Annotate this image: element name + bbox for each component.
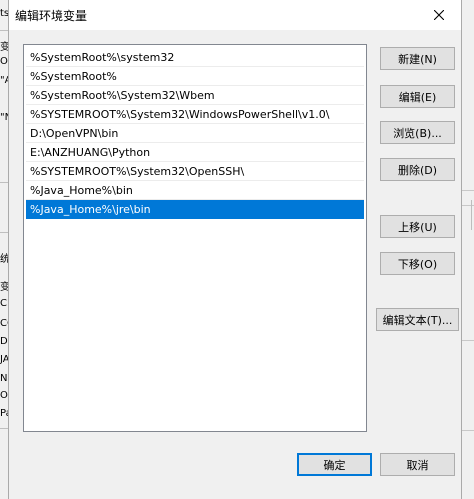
edit-environment-variable-dialog: 编辑环境变量 %SystemRoot%\system32 %SystemRoot… <box>8 0 462 499</box>
bg-divider <box>462 430 474 431</box>
close-button[interactable] <box>417 0 461 30</box>
cancel-button[interactable]: 取消 <box>380 453 455 476</box>
path-list-item[interactable]: D:\OpenVPN\bin <box>26 124 364 143</box>
path-list[interactable]: %SystemRoot%\system32 %SystemRoot% %Syst… <box>23 44 367 432</box>
browse-button[interactable]: 浏览(B)... <box>380 121 455 144</box>
title-bar[interactable]: 编辑环境变量 <box>9 0 461 30</box>
ok-button[interactable]: 确定 <box>297 453 372 476</box>
new-button[interactable]: 新建(N) <box>380 47 455 70</box>
move-down-button[interactable]: 下移(O) <box>380 252 455 275</box>
bg-divider <box>462 190 474 191</box>
path-list-item[interactable]: %Java_Home%\bin <box>26 181 364 200</box>
path-list-item[interactable]: E:\ANZHUANG\Python <box>26 143 364 162</box>
path-list-item[interactable]: %Java_Home%\jre\bin <box>26 200 364 219</box>
delete-button[interactable]: 删除(D) <box>380 158 455 181</box>
move-up-button[interactable]: 上移(U) <box>380 215 455 238</box>
close-icon <box>434 10 444 20</box>
path-list-item[interactable]: %SystemRoot%\system32 <box>26 48 364 67</box>
bg-divider <box>462 205 474 206</box>
bg-divider <box>471 200 472 230</box>
path-list-item[interactable]: %SYSTEMROOT%\System32\WindowsPowerShell\… <box>26 105 364 124</box>
edit-button[interactable]: 编辑(E) <box>380 85 455 108</box>
path-list-item[interactable]: %SystemRoot%\System32\Wbem <box>26 86 364 105</box>
bg-divider <box>462 340 474 341</box>
edit-text-button[interactable]: 编辑文本(T)... <box>376 308 459 331</box>
background-window-right <box>462 0 474 499</box>
path-list-item[interactable]: %SYSTEMROOT%\System32\OpenSSH\ <box>26 162 364 181</box>
path-list-item[interactable]: %SystemRoot% <box>26 67 364 86</box>
dialog-title: 编辑环境变量 <box>15 9 88 23</box>
